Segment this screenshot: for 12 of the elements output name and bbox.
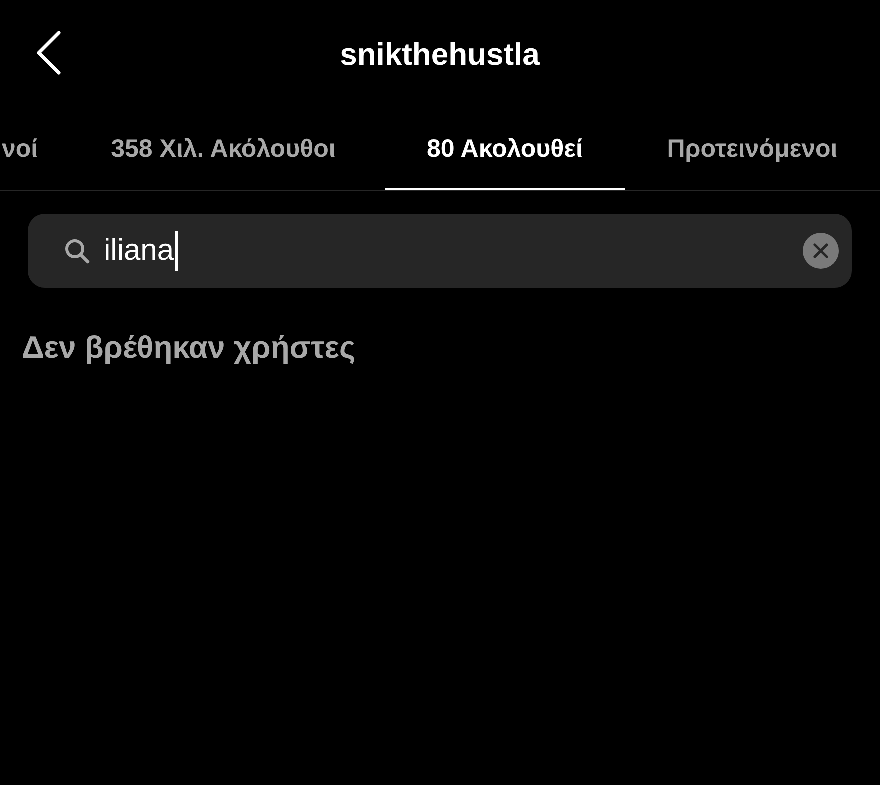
tab[interactable]: 80 Ακολουθεί bbox=[385, 110, 625, 190]
profile-username: snikthehustla bbox=[340, 37, 540, 73]
search-text: iliana bbox=[104, 234, 174, 268]
tab[interactable]: Προτεινόμενοι bbox=[625, 110, 880, 190]
clear-icon[interactable] bbox=[803, 233, 839, 269]
empty-message: Δεν βρέθηκαν χρήστες bbox=[21, 329, 357, 366]
back-icon[interactable] bbox=[36, 31, 62, 75]
tab[interactable]: 358 Χιλ. Ακόλουθοι bbox=[62, 110, 385, 190]
tab[interactable]: νοί bbox=[0, 110, 62, 190]
search-field[interactable]: iliana bbox=[28, 214, 852, 288]
text-cursor bbox=[175, 231, 178, 271]
search-icon bbox=[64, 238, 90, 264]
